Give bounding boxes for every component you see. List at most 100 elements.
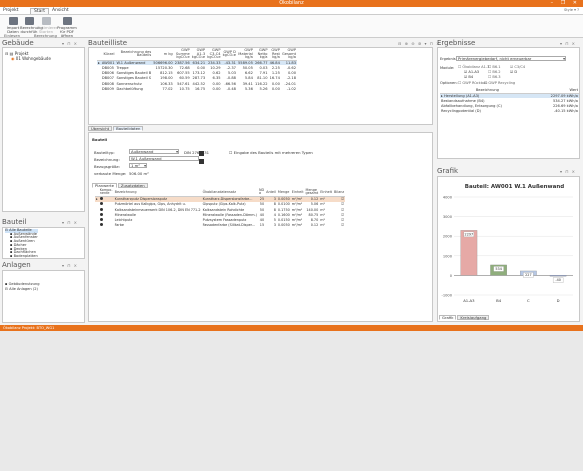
tab-projekt[interactable]: Projekt <box>3 8 19 13</box>
bauteil-col-header[interactable]: GWP Rest kg/a <box>268 48 281 61</box>
bauteil-panel-buttons[interactable]: ▾ ⊓ × <box>62 220 78 225</box>
table-row[interactable]: DB005 Treppe 15720.30 72.68 0.00 10.29 -2.37 50… <box>97 65 297 70</box>
module-option[interactable]: ☐ B6.3 <box>488 75 501 79</box>
calculate-button[interactable]: Berechnung durchfüh <box>20 17 43 34</box>
pdf-icon <box>62 17 72 25</box>
ergebnisse-title: Ergebnisse <box>437 39 476 47</box>
mehrere-typen-checkbox[interactable]: ☐ Eingabe des Bauteils mit mehreren Type… <box>229 150 313 155</box>
ergebnisse-panel-buttons[interactable]: ▾ ⊓ × <box>560 41 576 46</box>
menu-tabs: Projekt Start Ansicht Style ▾ ? <box>0 7 583 15</box>
bauteil-tree: ⊟ Alle Bauteile ▪ Außenwände ▪ Außenfens… <box>5 228 38 258</box>
section-bauteil: Bauteil <box>92 137 108 142</box>
table-cell: Kalksandsteinmauerwerk DIN 106-2, DIN EN… <box>114 207 201 212</box>
tree-label: Bodenplatten <box>13 253 38 258</box>
layer-col-header[interactable]: Anteil <box>265 189 277 197</box>
bauteil-col-header[interactable]: GWP Summe kgCO₂e <box>173 48 191 61</box>
bezeichnung-field[interactable]: W.1 Außenwand <box>129 156 199 161</box>
ergebnis-select[interactable]: Primärenergiebedarf, nicht erneuerbar ▾ <box>456 56 566 61</box>
mehrere-typen-label: Eingabe des Bauteils mit mehreren Typen <box>233 150 313 155</box>
module-option[interactable]: ☑ A1-A3 <box>464 70 479 74</box>
bauteil-col-header[interactable]: GWP C3-C4 kgCO₂e <box>206 48 222 61</box>
grafik-panel-buttons[interactable]: ▾ ⊓ × <box>560 169 576 174</box>
bauteil-col-header[interactable]: GWP D kgCO₂e <box>221 49 237 61</box>
tab-ansicht[interactable]: Ansicht <box>52 8 69 13</box>
layer-col-header[interactable]: Menge gesamt <box>304 188 320 197</box>
table-cell: 0.0050 <box>276 196 291 202</box>
tree-item[interactable]: ▪ Bodenplatten <box>5 253 38 258</box>
tree-item-wohngebaeude[interactable]: ◉ 01 Wohngebäude <box>5 56 51 61</box>
bauteil-col-header[interactable]: Kürzel <box>100 49 116 61</box>
module-option[interactable]: ☐ B6.1 <box>488 65 501 69</box>
bar-a1-a3[interactable] <box>460 230 478 276</box>
tab-kreislaufgang[interactable]: Kreislaufgang <box>457 315 490 320</box>
module-option[interactable]: ☐ Ökobilanz A1-3 <box>458 65 489 69</box>
bauteilliste-panel-buttons[interactable]: ⊟ ⊕ ⊖ ⊚ ▾ ⊓ × <box>398 41 441 46</box>
table-cell: 234.33 <box>206 60 222 66</box>
module-option[interactable]: ☑ C3/C4 <box>510 65 525 69</box>
table-cell: 40 <box>259 218 265 223</box>
table-cell: 46.84 <box>268 60 281 66</box>
bauteil-col-header[interactable]: Bezeichnung des Bauteils <box>115 49 153 61</box>
open-pdf-label: Programm für PDF öffnen <box>57 25 77 38</box>
bauteil-col-header[interactable]: GWP A1-3 kgCO₂e <box>190 48 207 61</box>
bauteil-col-header[interactable]: GWP Gesamt kg/a <box>280 48 297 61</box>
table-row[interactable]: DB006 Sonstiges Bauteil B 812.15 607.55 173.… <box>97 71 297 76</box>
layer-col-header[interactable]: Ökobilanzdatensatz <box>201 189 258 197</box>
tab-zusatzdaten[interactable]: Zusatzdaten <box>117 183 148 188</box>
table-cell: 40 <box>259 212 265 217</box>
group-einlesen: Einlesen <box>4 33 20 38</box>
layer-col-header[interactable]: Menge <box>276 189 291 197</box>
layer-col-header[interactable]: Bilanz <box>333 189 346 197</box>
detail-tabs: Übersicht Bauteildaten <box>88 126 144 131</box>
table-row[interactable]: Kalksandsteinmauerwerk DIN 106-2, DIN EN… <box>95 207 345 212</box>
layer-col-header[interactable]: Bezeichnung <box>113 189 202 197</box>
table-cell: -43.31 <box>221 60 237 66</box>
x-tick-label: B4 <box>496 298 502 303</box>
table-row[interactable]: Farbe Fassadenfarbe (Silikat-Disper... 15 3… <box>95 223 345 228</box>
layer-col-header[interactable]: ND a <box>257 188 266 197</box>
module-option[interactable]: ☐ B6.2 <box>488 70 501 74</box>
tab-grafik[interactable]: Grafik <box>439 315 457 320</box>
tab-start[interactable]: Start <box>30 8 49 14</box>
optimizer-button[interactable]: Optimierer Starten <box>37 17 57 34</box>
layer-col-header[interactable]: Einheit <box>290 189 305 197</box>
tab-uebersicht[interactable]: Übersicht <box>88 126 113 131</box>
grafik-tabs: Grafik Kreislaufgang <box>439 315 490 320</box>
bauteil-col-header[interactable]: GWP Material kg/a <box>236 48 254 61</box>
bezugsgroesse-select[interactable]: 1 m² ▾ <box>129 163 147 168</box>
module-option[interactable]: ☑ D <box>510 70 517 74</box>
table-row[interactable]: Recyclingpotential (D) -40.15 kWh/a <box>440 109 579 114</box>
building-icon: ◉ <box>11 56 15 61</box>
optionen-recycling[interactable]: ☐ GWP Recycling <box>484 81 515 85</box>
table-row[interactable]: DB007 Sonstiges Bauteil S 198.00 60.59 287.7… <box>97 76 297 81</box>
table-cell: 16.75 <box>194 86 206 91</box>
style-selector[interactable]: Style ▾ ? <box>564 8 579 12</box>
table-row[interactable]: ▸ AW001 W.1 Außenwand 506696.00 2387.56 634.2… <box>97 60 297 66</box>
bar-chart: Bauteil: AW001 W.1 Außenwand 4000 3000 2000… <box>442 184 573 303</box>
bauteil-col-header[interactable]: GWP Netto kg/a <box>253 48 269 61</box>
anlagen-panel-buttons[interactable]: ▾ ⊓ × <box>62 263 78 268</box>
bar-d[interactable] <box>549 275 567 277</box>
y-tick-label: 0 <box>450 274 453 278</box>
layer-dot-icon <box>99 202 103 206</box>
table-row[interactable]: DB009 Dachbelüftung 77.02 10.75 16.75 0.00 -0.… <box>97 86 297 91</box>
open-pdf-button[interactable]: Programm für PDF öffnen <box>56 17 78 38</box>
table-cell: 25 <box>257 196 266 202</box>
bauteil-col-header[interactable]: m kg <box>152 49 174 61</box>
optionen-label-text: GWP Recycling <box>488 81 516 85</box>
layer-dot-icon <box>99 223 103 227</box>
table-cell: -0.48 <box>226 86 236 91</box>
layer-dot-icon <box>99 207 103 211</box>
edit-icon[interactable] <box>199 151 204 156</box>
copy-icon[interactable] <box>199 159 204 164</box>
gebaeude-title: Gebäude <box>2 39 34 47</box>
tab-bauteildaten[interactable]: Bauteildaten <box>113 126 144 131</box>
layer-col-header[interactable]: Einheit <box>319 189 333 197</box>
gebaeude-panel-buttons[interactable]: ▾ ⊓ × <box>62 41 78 46</box>
table-row[interactable]: DB008 Sonnenschutz 106.33 547.61 442.52 0.00-… <box>97 81 297 86</box>
bauteiltyp-select[interactable]: Außenwand ▾ <box>129 149 179 154</box>
window-controls[interactable]: – ❐ ✕ <box>551 0 580 7</box>
tree-item-alle-anlagen[interactable]: ⊟ Alle Anlagen (2) <box>5 287 40 292</box>
module-option[interactable]: ☑ B4 <box>464 75 473 79</box>
layer-col-header[interactable]: Kompo-nente <box>98 188 114 197</box>
